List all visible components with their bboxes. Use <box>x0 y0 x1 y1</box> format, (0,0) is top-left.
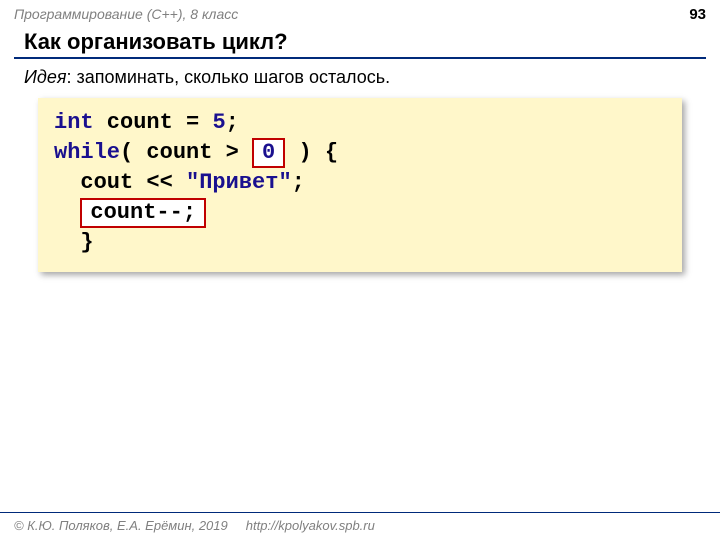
page-number: 93 <box>689 6 706 23</box>
op-stream: << <box>146 170 172 195</box>
code-block: int count = 5; while( count > 0 ) { cout… <box>38 98 682 272</box>
course-label: Программирование (C++), 8 класс <box>14 6 238 22</box>
title-block: Как организовать цикл? <box>0 29 720 59</box>
code-text: cout <box>54 170 146 195</box>
string-literal: "Привет" <box>173 170 292 195</box>
semicolon: ; <box>292 170 305 195</box>
indent <box>54 200 80 225</box>
idea-line: Идея: запоминать, сколько шагов осталось… <box>0 59 720 94</box>
code-line-5: } <box>54 228 666 258</box>
code-text: ) { <box>285 140 338 165</box>
kw-int: int <box>54 110 94 135</box>
kw-while: while <box>54 140 120 165</box>
highlight-box-decrement: count--; <box>80 198 206 228</box>
footer-url: http://kpolyakov.spb.ru <box>246 518 375 533</box>
code-line-1: int count = 5; <box>54 108 666 138</box>
code-text: count = <box>94 110 213 135</box>
page-title: Как организовать цикл? <box>24 29 706 55</box>
code-line-3: cout << "Привет"; <box>54 168 666 198</box>
num-5: 5 <box>212 110 225 135</box>
copyright-text: © К.Ю. Поляков, Е.А. Ерёмин, 2019 <box>14 518 228 533</box>
code-line-4: count--; <box>54 198 666 228</box>
semicolon: ; <box>226 110 239 135</box>
code-text: } <box>54 230 94 255</box>
idea-text: : запоминать, сколько шагов осталось. <box>66 67 390 87</box>
footer: © К.Ю. Поляков, Е.А. Ерёмин, 2019 http:/… <box>0 512 720 540</box>
code-line-2: while( count > 0 ) { <box>54 138 666 168</box>
header: Программирование (C++), 8 класс 93 <box>0 0 720 25</box>
code-text: ( count > <box>120 140 252 165</box>
idea-label: Идея <box>24 67 66 87</box>
highlight-box-zero: 0 <box>252 138 285 168</box>
